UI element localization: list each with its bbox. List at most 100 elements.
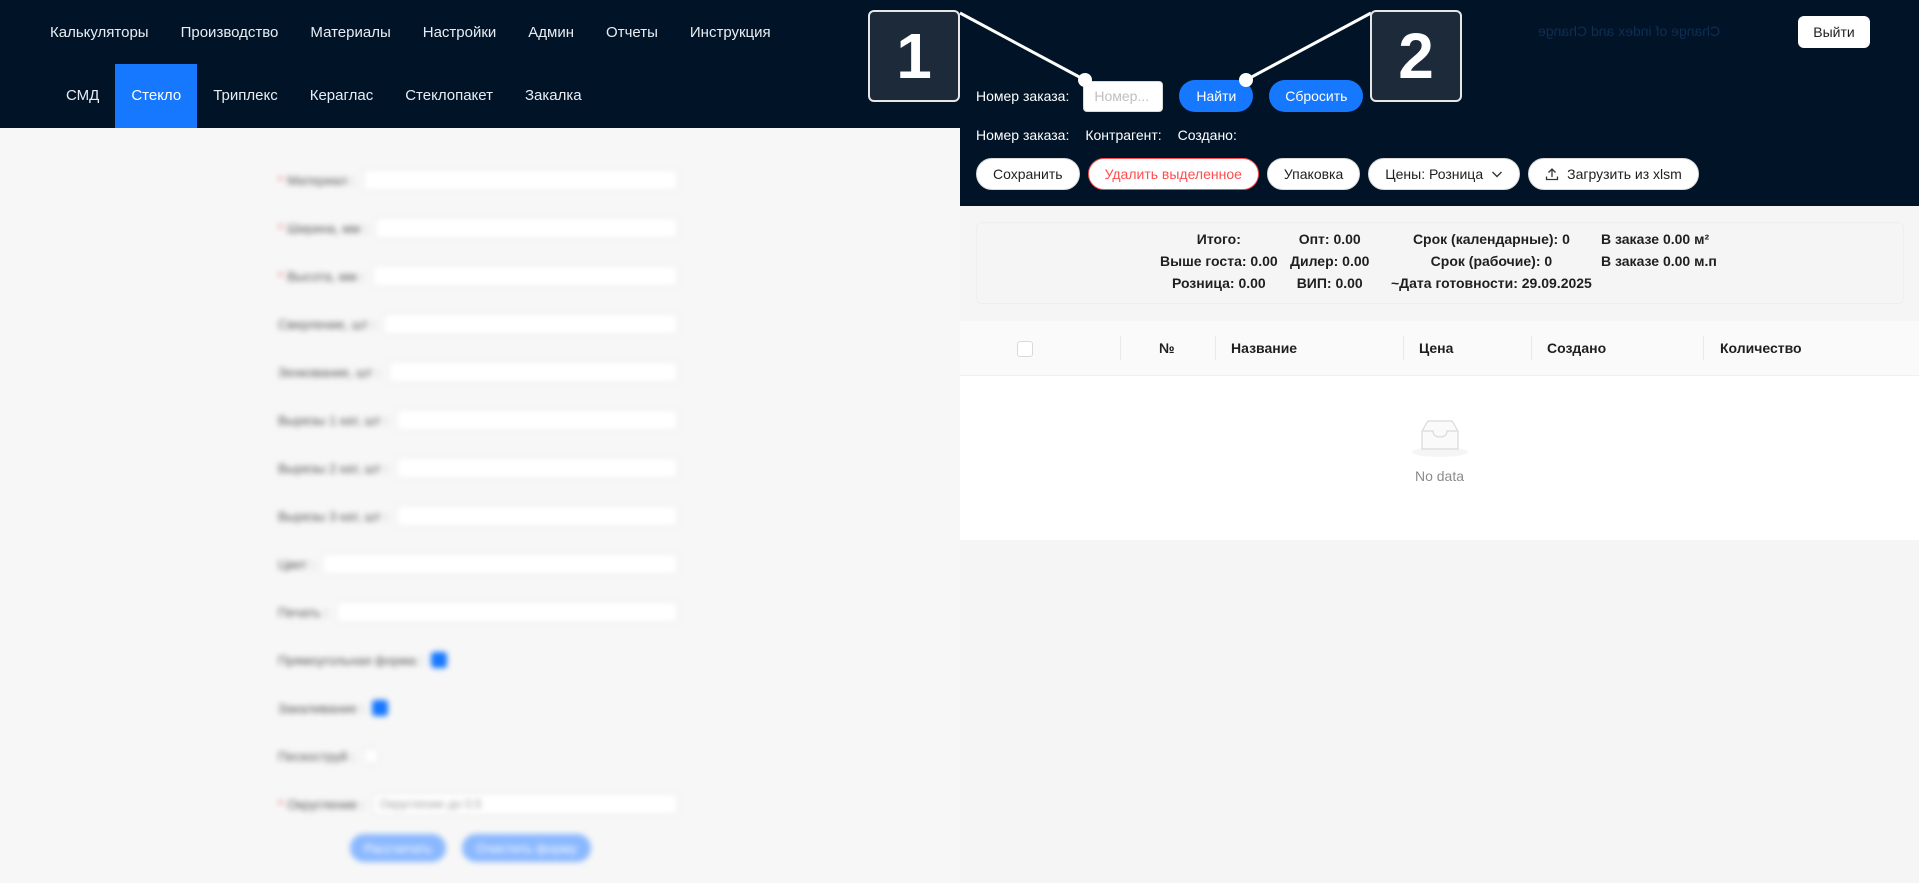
col-price[interactable]: Цена [1419, 321, 1453, 376]
form-input[interactable] [372, 265, 678, 287]
form-label: Закаливание : [278, 700, 365, 716]
form-label: Ширина, мм : [287, 220, 368, 236]
form-row: * Округление : Округление до 0.5 [278, 780, 678, 828]
form-label: Высота, мм : [287, 268, 365, 284]
tab-glass-unit[interactable]: Стеклопакет [389, 64, 509, 128]
summary-vip: ВИП: 0.00 [1296, 275, 1363, 291]
form-row: * Высота, мм : [278, 252, 678, 300]
column-separator [1215, 336, 1216, 360]
form-label: Сверление, шт : [278, 316, 376, 332]
find-button[interactable]: Найти [1179, 80, 1254, 112]
delete-label: Удалить выделенное [1104, 166, 1242, 182]
summary-term-calendar: Срок (календарные): 0 [1412, 231, 1570, 247]
column-separator [1703, 336, 1704, 360]
form-label: Вырезы 3 кат, шт : [278, 508, 389, 524]
summary-in-order-mp: В заказе 0.00 м.п [1601, 253, 1717, 269]
upload-icon [1545, 168, 1559, 181]
summary-term-working: Срок (рабочие): 0 [1430, 253, 1553, 269]
empty-state: No data [960, 417, 1919, 484]
tab-keraglass[interactable]: Кераглас [294, 64, 390, 128]
tab-tempering[interactable]: Закалка [509, 64, 598, 128]
order-number-label: Номер заказа: [976, 88, 1070, 104]
column-separator [1531, 336, 1532, 360]
nav-materials[interactable]: Материалы [310, 24, 390, 41]
required-mark: * [278, 172, 284, 188]
form-input[interactable] [383, 313, 678, 335]
form-row: Пескоструй : [278, 732, 678, 780]
form-label: Прямоугольная форма : [278, 652, 424, 668]
column-separator [1403, 336, 1404, 360]
calculator-tabs: СМД Стекло Триплекс Кераглас Стеклопакет… [50, 64, 598, 128]
summary-opt: Опт: 0.00 [1298, 231, 1361, 247]
form-input[interactable] [387, 361, 678, 383]
required-mark: * [278, 220, 284, 236]
annotation-badge-2: 2 [1370, 10, 1462, 102]
reset-button[interactable]: Сбросить [1269, 80, 1364, 112]
calculate-button[interactable]: Рассчитать [350, 834, 446, 862]
form-input[interactable] [396, 409, 678, 431]
upload-xlsm-button[interactable]: Загрузить из xlsm [1528, 158, 1699, 190]
info-order-number: Номер заказа: [976, 127, 1070, 143]
form-row: Прямоугольная форма : [278, 636, 678, 684]
order-number-input[interactable] [1083, 80, 1164, 112]
required-mark: * [278, 268, 284, 284]
required-mark: * [278, 796, 284, 812]
form-input[interactable] [396, 505, 678, 527]
summary-dealer: Дилер: 0.00 [1290, 253, 1370, 269]
form-select[interactable] [322, 553, 678, 575]
packing-button[interactable]: Упаковка [1266, 158, 1361, 190]
order-items-table: № Название Цена Создано Количество No da… [960, 321, 1919, 540]
form-row: Цвет : [278, 540, 678, 588]
nav-instructions[interactable]: Инструкция [690, 24, 771, 41]
nav-production[interactable]: Производство [181, 24, 279, 41]
summary-above-gost: Выше госта: 0.00 [1160, 253, 1278, 269]
summary-total: Итого: [1196, 231, 1241, 247]
annotation-badge-1: 1 [868, 10, 960, 102]
col-number[interactable]: № [1159, 321, 1175, 376]
col-created[interactable]: Создано [1547, 321, 1606, 376]
form-row: Вырезы 3 кат, шт : [278, 492, 678, 540]
nav-admin[interactable]: Админ [528, 24, 574, 41]
tab-smd[interactable]: СМД [50, 64, 115, 128]
prices-dropdown[interactable]: Цены: Розница [1368, 158, 1521, 190]
form-checkbox[interactable] [362, 748, 379, 764]
form-label: Зенкование, шт : [278, 364, 380, 380]
form-checkbox[interactable] [372, 700, 389, 716]
column-separator [1120, 336, 1121, 360]
logout-button[interactable]: Выйти [1798, 16, 1870, 48]
form-label: Вырезы 1 кат, шт : [278, 412, 389, 428]
summary-in-order-m2: В заказе 0.00 м² [1601, 231, 1710, 247]
form-select[interactable] [335, 601, 678, 623]
empty-text: No data [1414, 468, 1465, 484]
select-all-checkbox[interactable] [1017, 341, 1033, 357]
tab-triplex[interactable]: Триплекс [197, 64, 294, 128]
order-summary: Итого: Выше госта: 0.00 Розница: 0.00 Оп… [976, 222, 1904, 304]
form-label: Округление : [287, 796, 365, 812]
empty-inbox-icon [1411, 420, 1468, 457]
clear-form-button[interactable]: Очистить форму [461, 834, 591, 862]
form-row: Сверление, шт : [278, 300, 678, 348]
form-input[interactable] [396, 457, 678, 479]
calculator-form-area: * Материал : * Ширина, мм : * Высота, мм : Све… [0, 128, 960, 883]
nav-calculators[interactable]: Калькуляторы [50, 24, 149, 41]
col-name[interactable]: Название [1231, 321, 1297, 376]
prices-label: Цены: Розница [1385, 166, 1484, 182]
form-row: Зенкование, шт : [278, 348, 678, 396]
nav-reports[interactable]: Отчеты [606, 24, 658, 41]
mirrored-header-text: Change of index and Change [1538, 23, 1721, 39]
save-button[interactable]: Сохранить [976, 158, 1080, 190]
form-select[interactable] [362, 169, 678, 191]
tab-glass[interactable]: Стекло [115, 64, 198, 128]
order-search: Номер заказа: Найти Сбросить [976, 80, 1364, 112]
form-input[interactable] [375, 217, 678, 239]
form-select[interactable]: Округление до 0.5 [372, 793, 678, 815]
top-nav: Калькуляторы Производство Материалы Наст… [50, 14, 803, 50]
form-checkbox[interactable] [431, 652, 448, 668]
summary-ready-date: ~Дата готовности: 29.09.2025 [1391, 275, 1592, 291]
col-quantity[interactable]: Количество [1720, 321, 1802, 376]
chevron-down-icon [1492, 171, 1503, 178]
delete-selected-button[interactable]: Удалить выделенное [1087, 158, 1259, 190]
nav-settings[interactable]: Настройки [423, 24, 497, 41]
packing-label: Упаковка [1283, 166, 1344, 182]
form-row: * Материал : [278, 156, 678, 204]
